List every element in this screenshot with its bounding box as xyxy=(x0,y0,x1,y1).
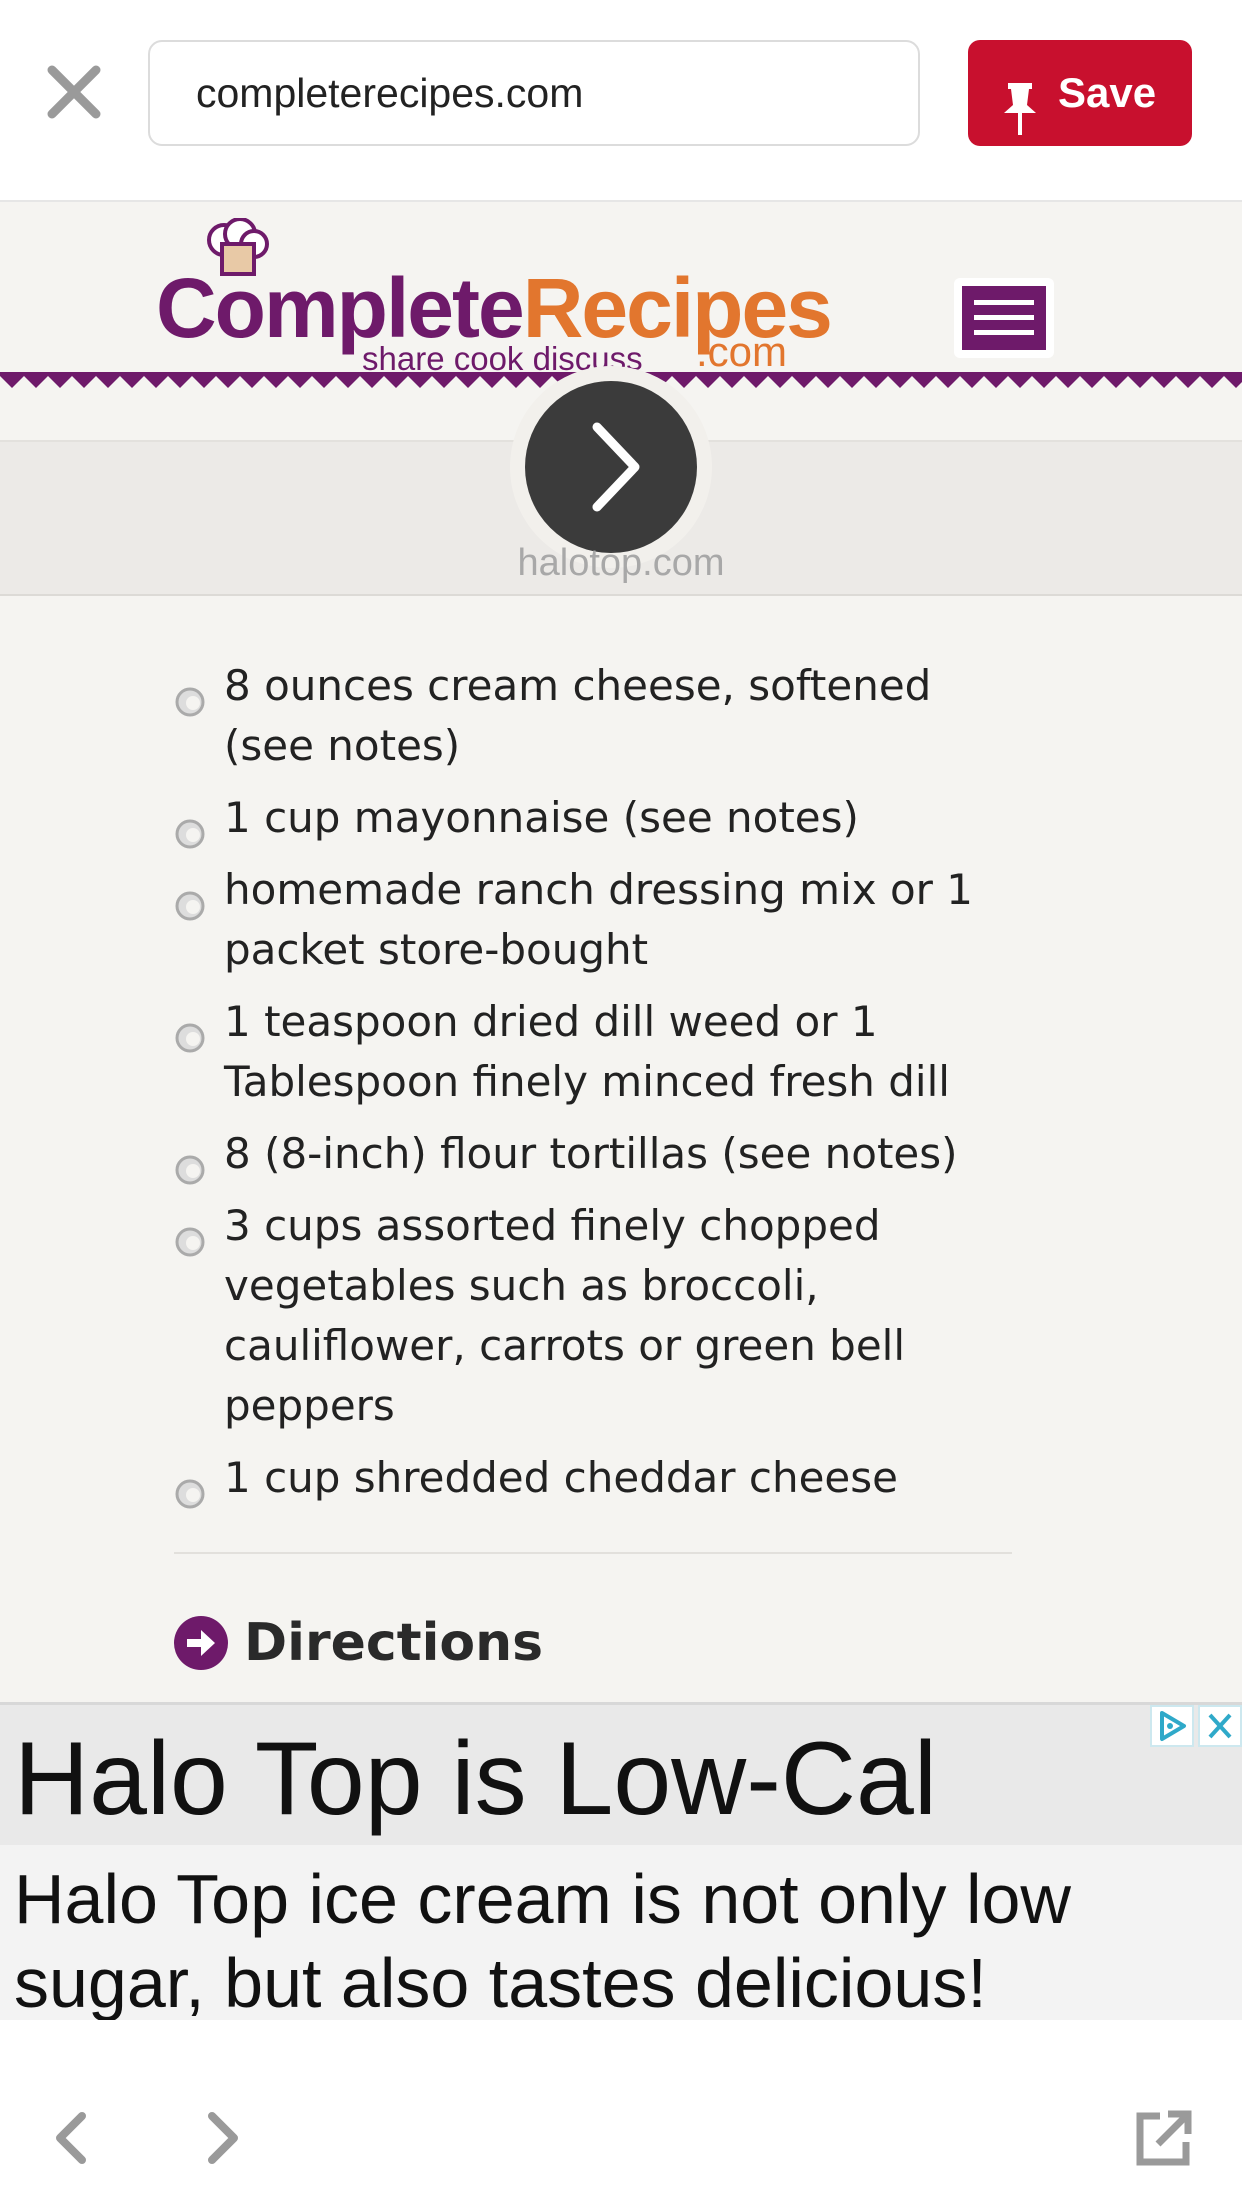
bullet-icon xyxy=(174,674,206,717)
ingredient-item: homemade ranch dressing mix or 1 packet … xyxy=(174,860,1014,980)
ad-source-label[interactable]: halotop.com xyxy=(0,542,1242,585)
save-button-label: Save xyxy=(1058,69,1157,116)
save-button[interactable]: Save xyxy=(968,40,1192,146)
bullet-icon xyxy=(174,806,206,849)
bullet-icon xyxy=(174,1010,206,1053)
directions-label: Directions xyxy=(244,1613,544,1673)
back-arrow-icon[interactable] xyxy=(48,2110,94,2166)
ingredient-item: 1 teaspoon dried dill weed or 1 Tablespo… xyxy=(174,992,1014,1112)
ad-headline[interactable]: Halo Top is Low-Cal xyxy=(14,1719,937,1839)
adchoices-icon[interactable] xyxy=(1150,1705,1194,1747)
browser-bottom-toolbar xyxy=(0,2020,1242,2208)
chevron-right-icon[interactable] xyxy=(510,366,712,568)
ingredient-item: 8 ounces cream cheese, softened (see not… xyxy=(174,656,1014,776)
arrow-circle-right-icon xyxy=(174,1616,228,1670)
site-logo[interactable]: CompleteRecipes share cook discuss .com xyxy=(156,216,833,377)
section-divider xyxy=(174,1552,1012,1554)
logo-suffix: .com xyxy=(696,328,788,375)
bullet-icon xyxy=(174,1214,206,1257)
bullet-icon xyxy=(174,1142,206,1185)
open-external-icon[interactable] xyxy=(1134,2108,1194,2168)
ad-carousel: halotop.com xyxy=(0,366,1242,596)
ad-close-icon[interactable] xyxy=(1198,1705,1242,1747)
hamburger-menu-icon[interactable] xyxy=(954,278,1054,358)
url-field[interactable]: completerecipes.com xyxy=(148,40,920,146)
ingredient-item: 1 cup shredded cheddar cheese xyxy=(174,1448,1014,1509)
ad-body[interactable]: Halo Top ice cream is not only low sugar… xyxy=(14,1857,1214,2020)
ad-banner[interactable]: Halo Top is Low-Cal Halo Top ice cream i… xyxy=(0,1702,1242,2020)
bullet-icon xyxy=(174,878,206,921)
site-header: CompleteRecipes share cook discuss .com xyxy=(0,204,1242,377)
ingredient-item: 3 cups assorted finely chopped vegetable… xyxy=(174,1196,1014,1436)
bullet-icon xyxy=(174,1466,206,1509)
pin-icon xyxy=(1002,68,1038,135)
ingredients-list: 8 ounces cream cheese, softened (see not… xyxy=(174,656,1014,1520)
ingredient-item: 8 (8-inch) flour tortillas (see notes) xyxy=(174,1124,1014,1185)
browser-top-bar: completerecipes.com Save xyxy=(0,0,1242,202)
close-icon[interactable] xyxy=(44,62,104,122)
ingredient-item: 1 cup mayonnaise (see notes) xyxy=(174,788,1014,849)
forward-arrow-icon[interactable] xyxy=(200,2110,246,2166)
